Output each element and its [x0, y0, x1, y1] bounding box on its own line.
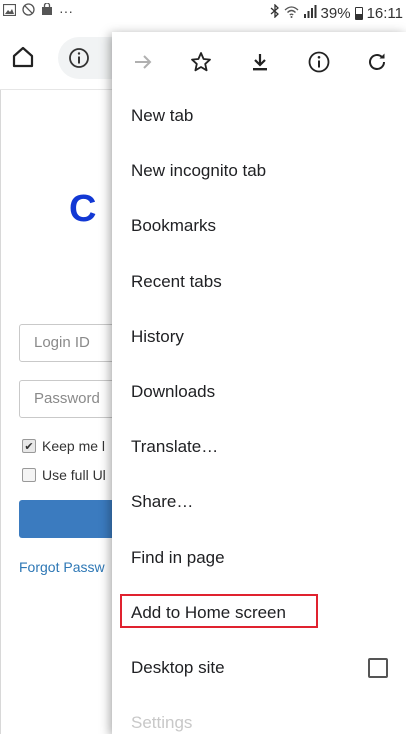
overflow-menu: New tab New incognito tab Bookmarks Rece… — [112, 32, 406, 734]
use-full-ui-label: Use full Ul — [42, 467, 106, 483]
battery-icon — [354, 6, 363, 20]
menu-item-share[interactable]: Share… — [112, 474, 406, 529]
use-full-ui-checkbox[interactable] — [22, 468, 36, 482]
keep-me-checkbox[interactable]: ✔ — [22, 439, 36, 453]
forward-icon[interactable] — [126, 45, 160, 79]
wifi-icon — [284, 5, 299, 22]
site-logo: C — [69, 188, 96, 230]
more-icon: ··· — [59, 3, 73, 19]
status-bar: ··· 39% 16:11 — [0, 0, 406, 26]
desktop-site-checkbox[interactable] — [368, 658, 388, 678]
blocked-icon — [22, 3, 35, 19]
signal-icon — [303, 4, 317, 22]
forgot-password-link[interactable]: Forgot Passw — [19, 559, 105, 575]
menu-item-downloads[interactable]: Downloads — [112, 364, 406, 419]
menu-item-desktop-site[interactable]: Desktop site — [112, 640, 406, 695]
status-bar-left: ··· — [2, 2, 73, 19]
keep-me-logged-in-row[interactable]: ✔ Keep me l — [22, 438, 105, 454]
bag-icon — [41, 2, 53, 19]
image-icon — [2, 3, 17, 19]
highlight-box — [120, 594, 318, 628]
battery-percent: 39% — [320, 4, 351, 22]
menu-item-recent-tabs[interactable]: Recent tabs — [112, 254, 406, 309]
site-info-icon[interactable] — [68, 47, 90, 69]
status-bar-right: 39% 16:11 — [270, 3, 403, 22]
refresh-icon[interactable] — [360, 45, 394, 79]
menu-item-new-incognito-tab[interactable]: New incognito tab — [112, 143, 406, 198]
use-full-ui-row[interactable]: Use full Ul — [22, 467, 106, 483]
clock: 16:11 — [366, 4, 403, 22]
keep-me-label: Keep me l — [42, 438, 106, 454]
menu-item-history[interactable]: History — [112, 309, 406, 364]
menu-item-bookmarks[interactable]: Bookmarks — [112, 198, 406, 253]
menu-item-find-in-page[interactable]: Find in page — [112, 530, 406, 585]
star-icon[interactable] — [184, 45, 218, 79]
bluetooth-icon — [270, 3, 280, 22]
menu-item-new-tab[interactable]: New tab — [112, 88, 406, 143]
menu-item-translate[interactable]: Translate… — [112, 419, 406, 474]
info-icon[interactable] — [302, 45, 336, 79]
download-icon[interactable] — [243, 45, 277, 79]
menu-icon-row — [112, 32, 406, 90]
home-icon[interactable] — [10, 44, 36, 70]
menu-item-settings[interactable]: Settings — [112, 695, 406, 734]
